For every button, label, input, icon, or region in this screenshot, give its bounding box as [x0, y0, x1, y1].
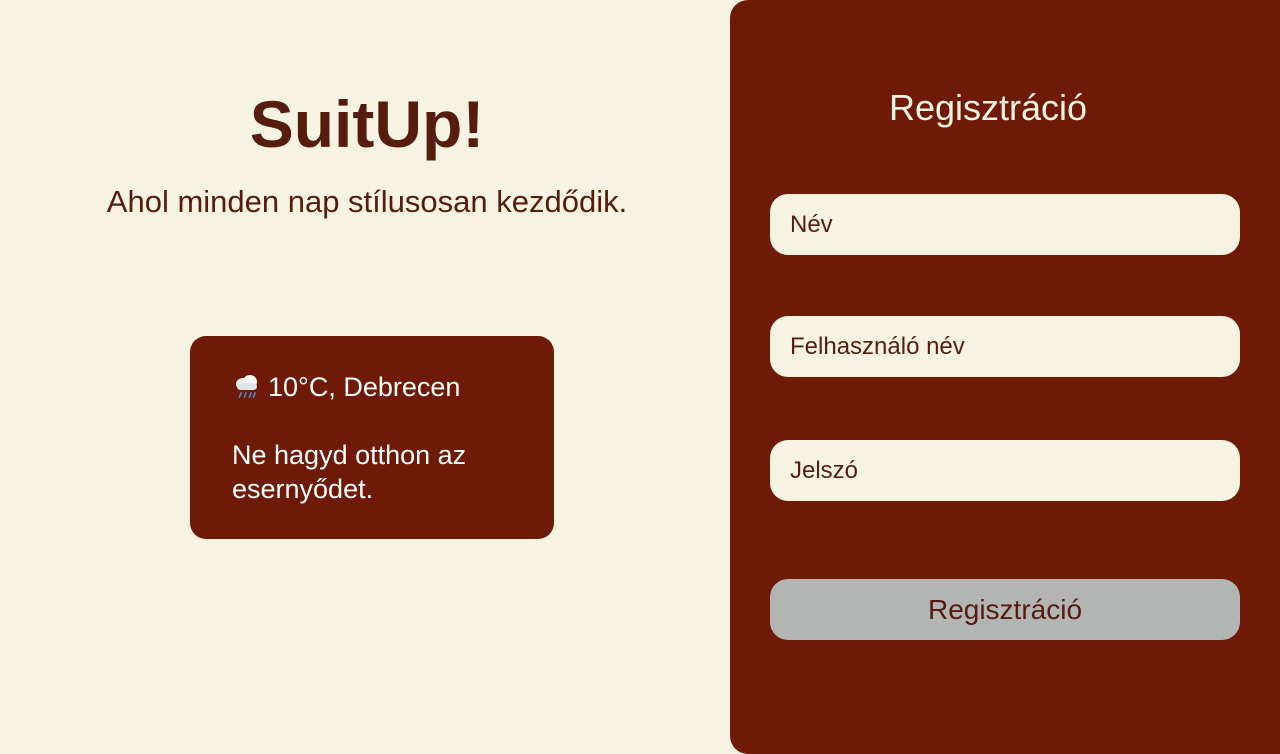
registration-title: Regisztráció: [888, 87, 1088, 128]
weather-summary-line: 10°C, Debrecen: [232, 370, 524, 404]
register-button[interactable]: Regisztráció: [770, 579, 1240, 640]
brand-tagline: Ahol minden nap stílusosan kezdődik.: [106, 184, 628, 219]
weather-advice: Ne hagyd otthon az esernyődet.: [232, 440, 467, 504]
weather-summary: 10°C, Debrecen: [268, 372, 461, 402]
rain-cloud-icon: [232, 372, 262, 402]
page: SuitUp! Ahol minden nap stílusosan kezdő…: [0, 0, 1280, 754]
hero-section: SuitUp! Ahol minden nap stílusosan kezdő…: [0, 0, 730, 754]
brand-title: SuitUp!: [249, 87, 485, 161]
password-input[interactable]: [770, 440, 1240, 501]
weather-card: 10°C, Debrecen Ne hagyd otthon az eserny…: [190, 336, 554, 539]
username-input[interactable]: [770, 316, 1240, 377]
registration-panel: Regisztráció Regisztráció: [730, 0, 1280, 754]
name-input[interactable]: [770, 194, 1240, 255]
